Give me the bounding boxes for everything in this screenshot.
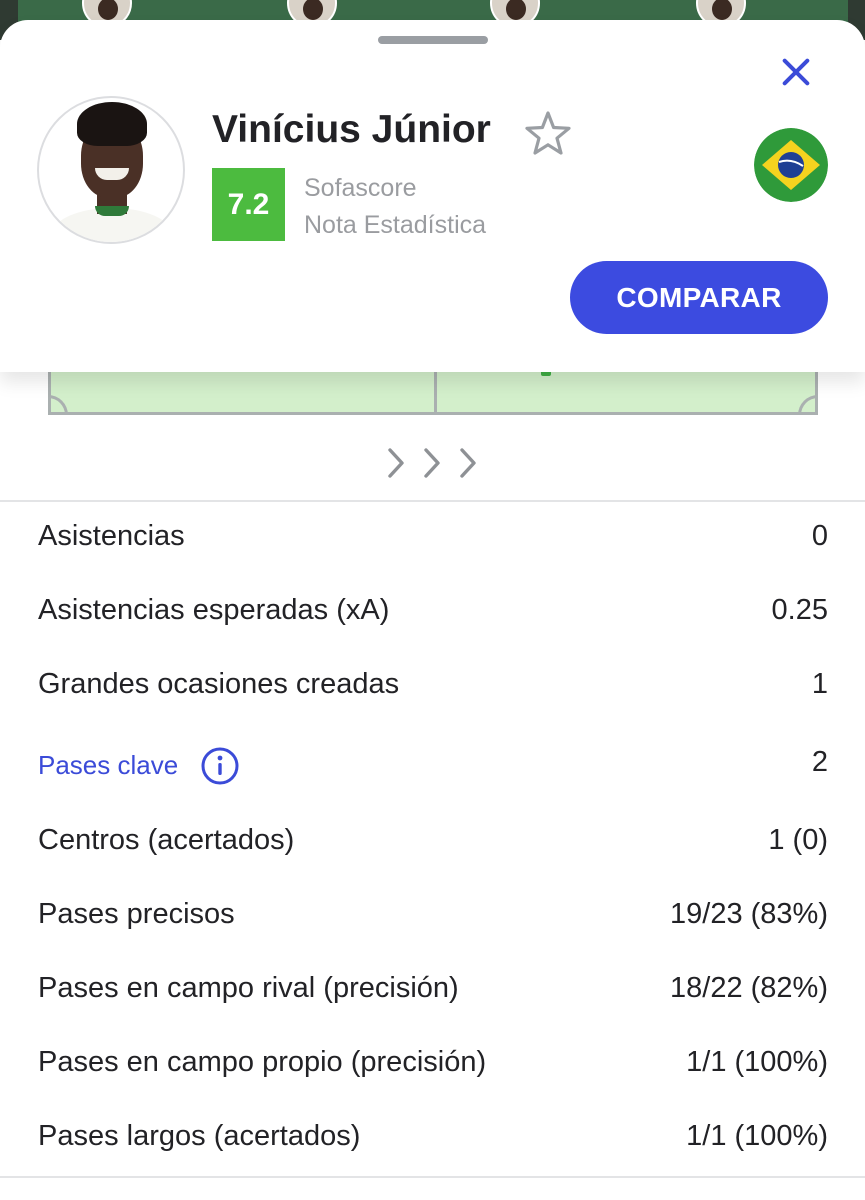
- favorite-star-icon[interactable]: [524, 110, 572, 156]
- player-detail-screen: Vinícius Júnior 7.2 Sofascore Nota Estad…: [0, 0, 865, 1200]
- rating-source-caption: Nota Estadística: [304, 211, 487, 239]
- player-header-sheet: Vinícius Júnior 7.2 Sofascore Nota Estad…: [0, 20, 865, 372]
- stat-value: 1/1 (100%): [686, 1120, 828, 1152]
- stat-label: Pases precisos: [38, 898, 235, 930]
- stat-value: 2: [811, 746, 828, 778]
- stat-value: 0.25: [771, 594, 828, 626]
- stat-row: Asistencias esperadas (xA) 0.25: [0, 576, 865, 650]
- rating-badge: 7.2: [212, 168, 285, 241]
- player-avatar: [37, 96, 185, 244]
- rating-source-brand: Sofascore: [304, 174, 417, 202]
- close-icon[interactable]: [774, 50, 818, 94]
- stat-value: 1 (0): [768, 824, 828, 856]
- pitch-corner-arc: [798, 395, 818, 415]
- stat-label: Centros (acertados): [38, 824, 295, 856]
- stat-value: 19/23 (83%): [670, 898, 828, 930]
- stat-row: Grandes ocasiones creadas 1: [0, 650, 865, 724]
- stat-value: 1/1 (100%): [686, 1046, 828, 1078]
- brazil-flag-icon: [754, 128, 828, 202]
- stat-label: Pases en campo propio (precisión): [38, 1046, 487, 1078]
- stat-label: Pases en campo rival (precisión): [38, 972, 459, 1004]
- rating-source: Sofascore Nota Estadística: [304, 170, 486, 244]
- info-icon[interactable]: [200, 746, 240, 786]
- stat-row: Pases en campo propio (precisión) 1/1 (1…: [0, 1028, 865, 1102]
- stat-value: 18/22 (82%): [670, 972, 828, 1004]
- drag-handle[interactable]: [378, 36, 488, 44]
- player-name: Vinícius Júnior: [212, 108, 491, 151]
- stat-label: Grandes ocasiones creadas: [38, 668, 400, 700]
- chevron-right-icon[interactable]: [382, 446, 486, 480]
- stat-value: 1: [811, 668, 828, 700]
- stat-row: Pases precisos 19/23 (83%): [0, 880, 865, 954]
- stat-label: Pases largos (acertados): [38, 1120, 361, 1152]
- stat-row: Centros (acertados) 1 (0): [0, 806, 865, 880]
- pitch-corner-arc: [48, 395, 68, 415]
- stat-label: Asistencias esperadas (xA): [38, 594, 390, 626]
- compare-button[interactable]: COMPARAR: [570, 261, 828, 334]
- stat-row: Pases en campo rival (precisión) 18/22 (…: [0, 954, 865, 1028]
- stat-label-link[interactable]: Pases clave: [38, 750, 178, 781]
- stat-row-key-passes: Pases clave 2: [0, 502, 865, 785]
- stat-row: Pases largos (acertados) 1/1 (100%): [0, 1102, 865, 1176]
- section-divider: [0, 1176, 865, 1178]
